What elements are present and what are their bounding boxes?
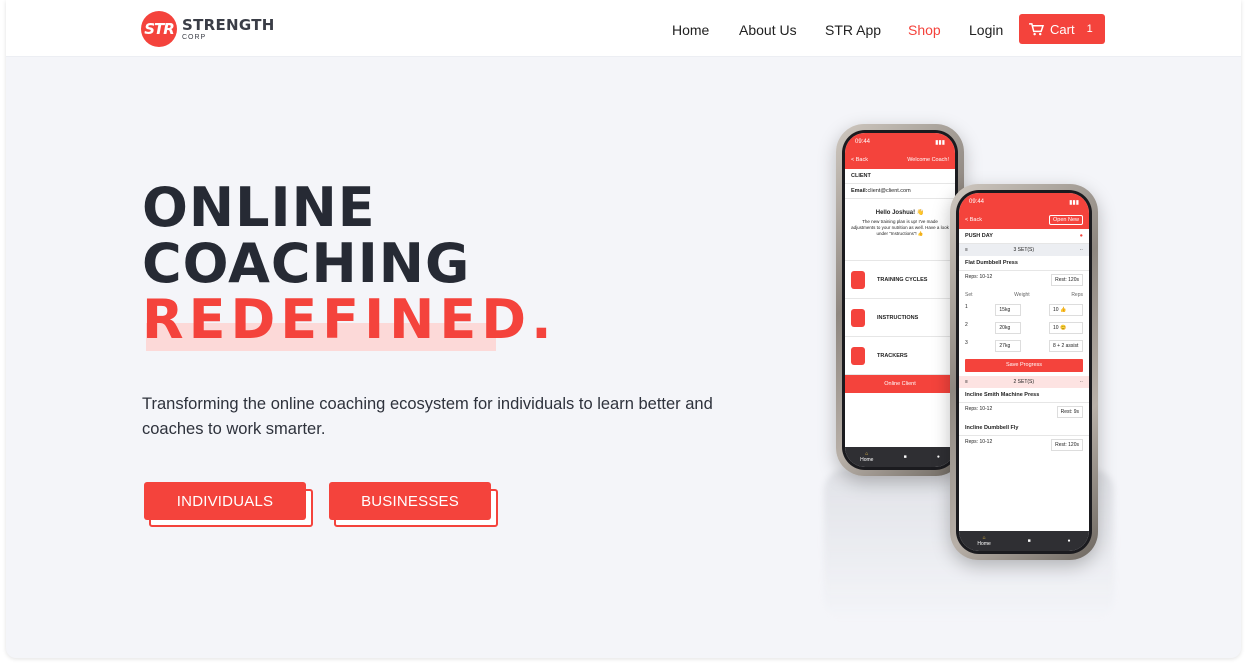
page-frame: STR STRENGTH CORP Home About Us STR App … [6,0,1241,658]
menu-trackers: TRACKERS [845,337,955,375]
individuals-button-wrap: INDIVIDUALS [144,482,313,527]
cart-icon [1029,22,1044,35]
logo[interactable]: STR STRENGTH CORP [141,10,275,48]
cart-label: Cart [1050,21,1075,37]
phone-mockup-front: 09:44 ▮▮▮ < Back Open New PUSH DAY ● ≡ 3 SE… [950,184,1098,560]
nav-link-shop[interactable]: Shop [908,22,941,38]
user-icon: ● [1067,538,1071,544]
nav-link-login[interactable]: Login [969,22,1003,38]
cart-button[interactable]: Cart 1 [1019,14,1105,44]
nav-link-home[interactable]: Home [672,22,709,38]
phone-mockup-back: 09:44 ▮▮▮ < Back Welcome Coach! CLIENT Em… [836,124,964,476]
individuals-button[interactable]: INDIVIDUALS [144,482,306,520]
folder-icon: ■ [903,454,907,460]
nav-link-str-app[interactable]: STR App [825,22,881,38]
logo-badge: STR [141,11,177,47]
menu-training-cycles: TRAINING CYCLES [845,261,955,299]
hero-headline: ONLINE COACHING REDEFINED. [142,176,557,351]
menu-instructions: INSTRUCTIONS [845,299,955,337]
back-link: < Back [851,157,868,163]
headline-line-2: COACHING [142,232,471,295]
top-nav: STR STRENGTH CORP Home About Us STR App … [6,0,1241,57]
nav-link-about-us[interactable]: About Us [739,22,797,38]
headline-line-3: REDEFINED. [142,288,557,351]
logo-subtitle: CORP [182,33,207,41]
cart-count-badge: 1 [1086,23,1093,35]
folder-icon: ■ [1027,538,1031,544]
headline-line-1: ONLINE [142,176,376,239]
businesses-button-wrap: BUSINESSES [329,482,498,527]
hero-subtitle: Transforming the online coaching ecosyst… [142,395,713,438]
user-icon: ● [936,454,940,460]
businesses-button[interactable]: BUSINESSES [329,482,491,520]
logo-title: STRENGTH [182,15,275,34]
